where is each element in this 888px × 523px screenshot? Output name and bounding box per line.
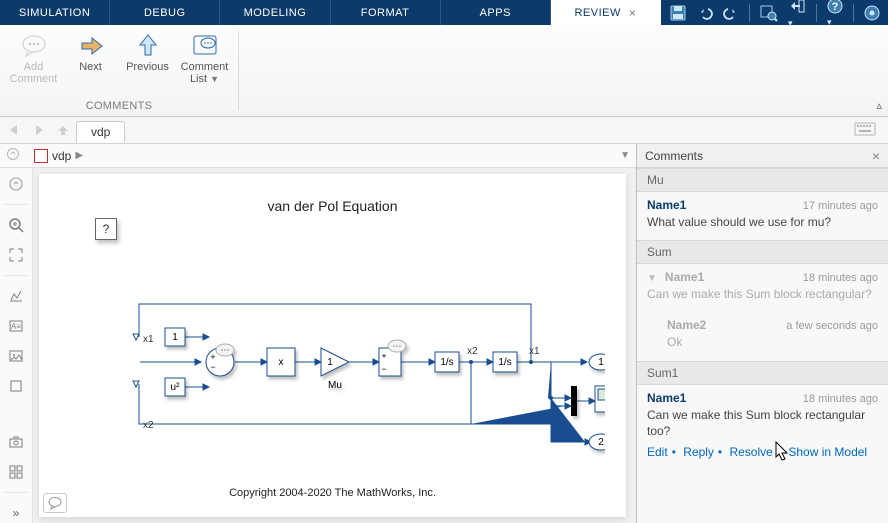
nav-back-icon[interactable] (4, 120, 26, 140)
tab-review[interactable]: REVIEW× (551, 0, 661, 25)
comment-list-button[interactable]: Comment List ▼ (177, 29, 232, 89)
model-info-block[interactable]: ? (95, 218, 117, 240)
previous-comment-button[interactable]: Previous (120, 29, 175, 77)
model-canvas[interactable]: van der Pol Equation ? (39, 174, 626, 517)
nav-up-icon[interactable] (52, 120, 74, 140)
next-comment-button[interactable]: Next (63, 29, 118, 77)
comment-item[interactable]: Name117 minutes ago What value should we… (637, 192, 888, 240)
action-resolve[interactable]: Resolve (729, 445, 772, 459)
svg-text:A≡: A≡ (11, 322, 21, 331)
svg-text:x: x (279, 357, 284, 368)
svg-text:Mu: Mu (328, 380, 342, 391)
svg-text:1: 1 (172, 332, 178, 343)
svg-text:1: 1 (598, 357, 604, 368)
annotation-icon[interactable]: A≡ (6, 316, 26, 336)
screenshot-icon[interactable] (6, 432, 26, 452)
comment-actions: Edit• Reply• Resolve• Show in Model (647, 445, 878, 459)
collapse-ribbon-icon[interactable] (864, 5, 880, 21)
svg-text:1: 1 (327, 357, 333, 368)
save-icon[interactable] (669, 4, 687, 22)
svg-text:?: ? (832, 1, 839, 13)
quick-access-toolbar: ▾ ?▾ (661, 0, 888, 25)
action-show-in-model[interactable]: Show in Model (788, 445, 867, 459)
fit-view-icon[interactable] (6, 245, 26, 265)
comments-panel: Comments × Mu Name117 minutes ago What v… (637, 144, 888, 523)
tab-debug[interactable]: DEBUG (110, 0, 220, 25)
svg-text:x2: x2 (143, 420, 154, 431)
nav-forward-icon[interactable] (28, 120, 50, 140)
ribbon-overflow-icon[interactable]: ▵ (876, 99, 882, 112)
close-panel-icon[interactable]: × (872, 148, 880, 164)
file-tab-vdp[interactable]: vdp (76, 121, 125, 143)
hide-browser-icon[interactable] (6, 147, 20, 164)
toggle-comments-icon[interactable] (43, 493, 67, 513)
search-project-icon[interactable] (760, 4, 778, 22)
svg-text:+: + (210, 352, 215, 362)
image-icon[interactable] (6, 346, 26, 366)
close-icon[interactable]: × (629, 6, 637, 20)
svg-text:x1: x1 (143, 334, 154, 345)
zoom-icon[interactable] (6, 215, 26, 235)
svg-text:−: − (381, 364, 386, 374)
svg-text:x1: x1 (529, 346, 540, 357)
add-comment-button: Add Comment (6, 29, 61, 89)
toolstrip-tabs: SIMULATION DEBUG MODELING FORMAT APPS RE… (0, 0, 888, 25)
action-edit[interactable]: Edit (647, 445, 668, 459)
comment-reply[interactable]: Name2a few seconds ago Ok (637, 312, 888, 360)
comment-item[interactable]: Name118 minutes ago Can we make this Sum… (637, 385, 888, 469)
tab-apps[interactable]: APPS (441, 0, 551, 25)
block-diagram: 1 u² +− x 1 Mu +− 1/ (85, 292, 605, 462)
help-icon[interactable]: ?▾ (827, 0, 843, 28)
undo-icon[interactable] (697, 5, 713, 21)
thread-header-sum[interactable]: Sum (637, 240, 888, 264)
svg-text:−: − (210, 362, 215, 372)
model-breadcrumb: vdp ▶ ▼ (0, 144, 636, 168)
ribbon: Add Comment Next Previous Comment List ▼… (0, 25, 888, 117)
tab-simulation[interactable]: SIMULATION (0, 0, 110, 25)
breadcrumb-dropdown-icon[interactable]: ▼ (620, 150, 630, 161)
svg-text:2: 2 (598, 437, 604, 448)
tab-modeling[interactable]: MODELING (220, 0, 330, 25)
svg-text:1/s: 1/s (440, 357, 453, 368)
comments-panel-title: Comments (645, 149, 703, 163)
sample-time-icon[interactable] (6, 286, 26, 306)
model-icon (34, 149, 48, 163)
explorer-navbar: vdp (0, 117, 888, 144)
copyright-text: Copyright 2004-2020 The MathWorks, Inc. (39, 487, 626, 499)
svg-text:x2: x2 (467, 346, 478, 357)
svg-text:+: + (381, 351, 386, 361)
tab-format[interactable]: FORMAT (331, 0, 441, 25)
action-reply[interactable]: Reply (683, 445, 714, 459)
ribbon-group-comments: Add Comment Next Previous Comment List ▼… (0, 25, 238, 116)
hide-explorer-icon[interactable] (6, 174, 26, 194)
keyboard-icon[interactable] (854, 122, 876, 139)
svg-text:1/s: 1/s (498, 357, 511, 368)
comment-item[interactable]: ▼Name118 minutes ago Can we make this Su… (637, 264, 888, 312)
viewmarks-icon[interactable] (6, 462, 26, 482)
area-icon[interactable] (6, 376, 26, 396)
diagram-title: van der Pol Equation (39, 198, 626, 214)
svg-text:u²: u² (171, 382, 181, 393)
breadcrumb-model[interactable]: vdp (52, 149, 71, 163)
expand-panel-icon[interactable]: » (6, 503, 26, 523)
thread-header-sum1[interactable]: Sum1 (637, 361, 888, 385)
thread-header-mu[interactable]: Mu (637, 168, 888, 192)
chevron-right-icon[interactable]: ▶ (75, 150, 83, 161)
ribbon-group-title: COMMENTS (86, 100, 153, 114)
disclose-icon[interactable]: ▼ (647, 273, 657, 284)
canvas-palette: A≡ » (0, 168, 33, 523)
redo-icon[interactable] (723, 5, 739, 21)
